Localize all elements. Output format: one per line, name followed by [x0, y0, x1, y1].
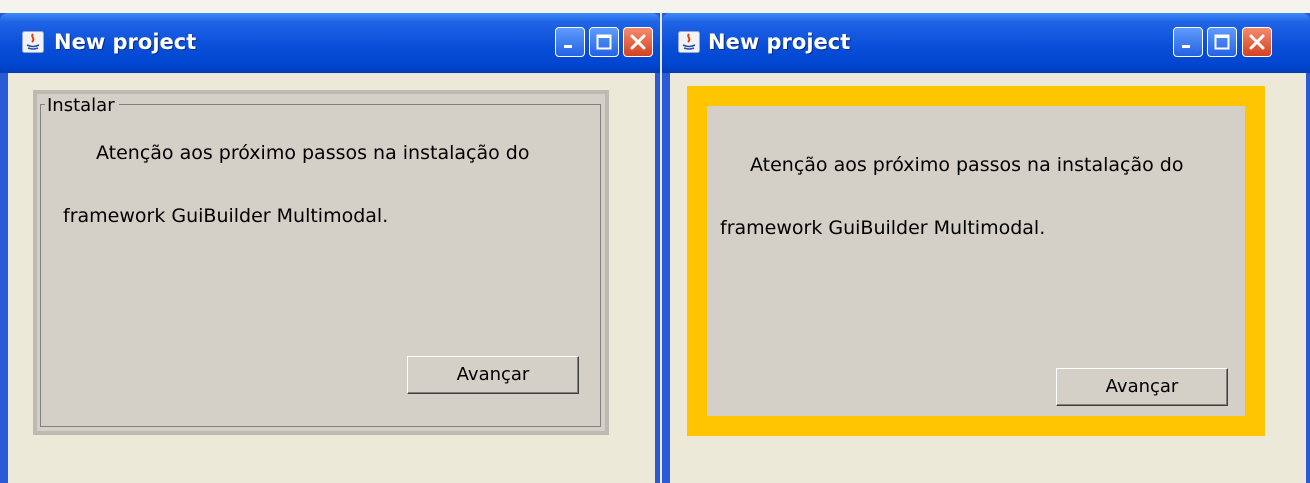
window-content: Instalar Atenção aos próximo passos na i… [8, 73, 655, 483]
title-bar[interactable]: New project [0, 13, 660, 73]
window-title: New project [708, 30, 851, 54]
minimize-button[interactable] [1173, 27, 1203, 57]
message-line-1: Atenção aos próximo passos na instalação… [750, 154, 1184, 176]
java-app-icon [678, 31, 700, 53]
minimize-button[interactable] [555, 27, 585, 57]
close-icon [1249, 34, 1265, 50]
title-bar[interactable]: New project [662, 13, 1310, 73]
new-project-window-2: New project Atenção aos próximo passos n… [662, 13, 1310, 483]
maximize-icon [596, 34, 612, 50]
group-label: Instalar [45, 95, 119, 116]
minimize-icon [1182, 45, 1190, 48]
install-group-panel: Instalar Atenção aos próximo passos na i… [33, 90, 609, 435]
new-project-window-1: New project Instalar Atenção aos próximo… [0, 13, 660, 483]
close-button[interactable] [1242, 27, 1272, 57]
close-icon [630, 34, 646, 50]
minimize-icon [564, 45, 572, 48]
message-line-1: Atenção aos próximo passos na instalação… [96, 142, 530, 164]
maximize-button[interactable] [589, 27, 619, 57]
close-button[interactable] [623, 27, 653, 57]
window-content: Atenção aos próximo passos na instalação… [670, 73, 1306, 483]
next-button[interactable]: Avançar [407, 356, 579, 394]
next-button[interactable]: Avançar [1056, 368, 1228, 406]
java-app-icon [22, 31, 44, 53]
install-panel: Atenção aos próximo passos na instalação… [707, 106, 1245, 416]
message-line-2: framework GuiBuilder Multimodal. [720, 217, 1046, 239]
window-title: New project [54, 30, 197, 54]
message-line-2: framework GuiBuilder Multimodal. [63, 205, 389, 227]
background-strip [0, 0, 1310, 14]
maximize-icon [1214, 34, 1230, 50]
highlight-frame: Atenção aos próximo passos na instalação… [687, 86, 1265, 436]
maximize-button[interactable] [1207, 27, 1237, 57]
